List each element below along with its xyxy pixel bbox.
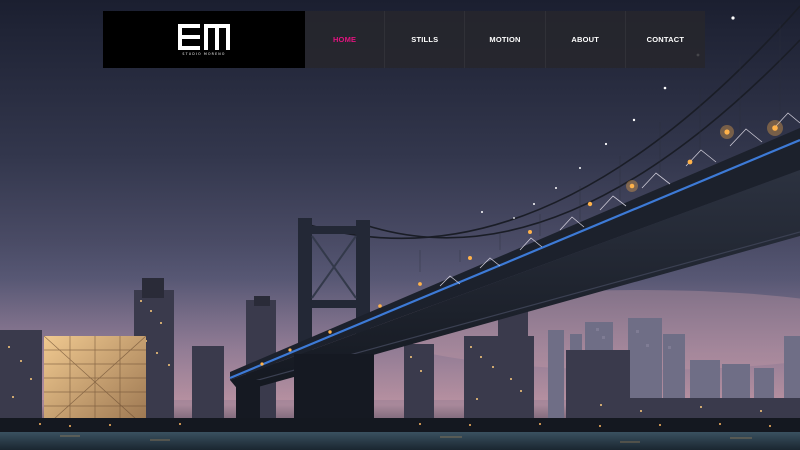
logo-text: studio moreno bbox=[182, 51, 226, 56]
logo-mark-icon bbox=[178, 23, 230, 50]
logo[interactable]: studio moreno bbox=[103, 11, 305, 68]
nav-item-stills[interactable]: STILLS bbox=[384, 11, 464, 68]
nav-item-home[interactable]: HOME bbox=[305, 11, 384, 68]
nav-item-about[interactable]: ABOUT bbox=[544, 11, 625, 68]
nav-item-motion[interactable]: MOTION bbox=[464, 11, 544, 68]
nav-menu: HOME STILLS MOTION ABOUT CONTACT bbox=[305, 11, 705, 68]
nav-item-contact[interactable]: CONTACT bbox=[624, 11, 705, 68]
main-navigation: studio moreno HOME STILLS MOTION ABOUT C… bbox=[103, 11, 705, 68]
